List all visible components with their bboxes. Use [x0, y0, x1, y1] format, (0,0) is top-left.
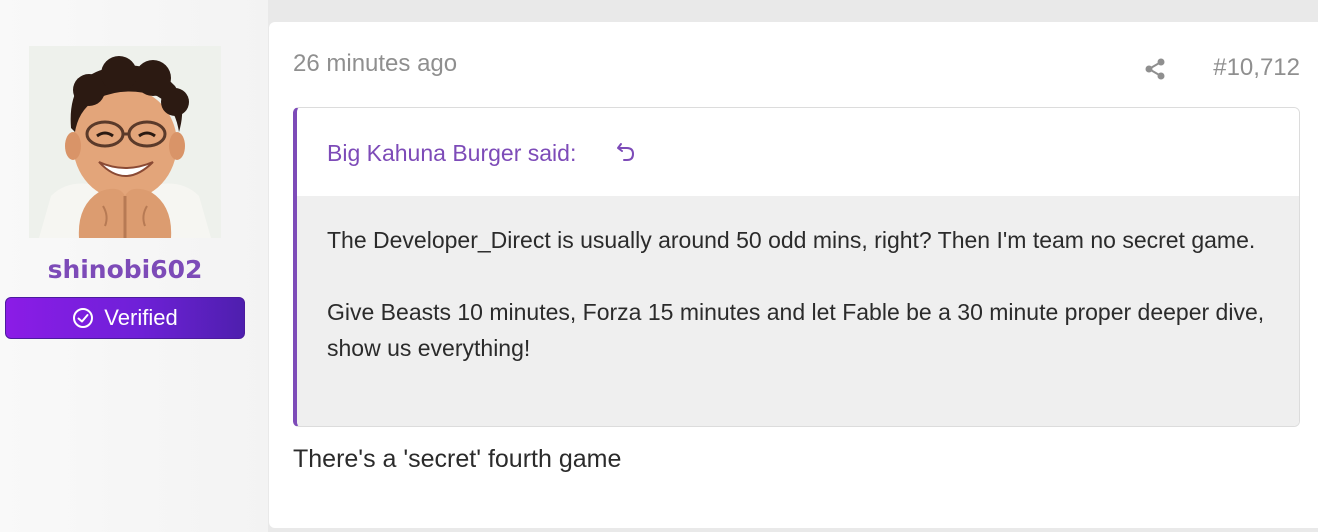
quote-paragraph: Give Beasts 10 minutes, Forza 15 minutes…	[327, 299, 1265, 361]
post-message: There's a 'secret' fourth game	[293, 445, 622, 473]
post-number-link[interactable]: #10,712	[1213, 54, 1300, 82]
check-circle-icon	[73, 308, 94, 328]
quote-author-link[interactable]: Big Kahuna Burger said:	[327, 140, 576, 167]
quote-block: Big Kahuna Burger said: The Developer_Di…	[293, 107, 1300, 427]
quote-header: Big Kahuna Burger said:	[297, 108, 1299, 196]
username[interactable]: shinobi602	[0, 255, 250, 284]
quote-body: The Developer_Direct is usually around 5…	[297, 196, 1299, 426]
share-icon[interactable]	[1142, 56, 1168, 82]
post-timestamp[interactable]: 26 minutes ago	[293, 50, 457, 78]
badge-label: Verified	[104, 305, 178, 330]
verified-badge: Verified	[5, 297, 245, 339]
jump-to-quote-icon[interactable]	[615, 140, 637, 164]
avatar[interactable]	[29, 46, 221, 238]
user-info-column: shinobi602 Verified	[0, 0, 268, 532]
avatar-image	[29, 46, 221, 238]
post: 26 minutes ago #10,712 Big Kahuna Burger…	[269, 22, 1318, 528]
quote-paragraph: The Developer_Direct is usually around 5…	[327, 227, 1256, 253]
